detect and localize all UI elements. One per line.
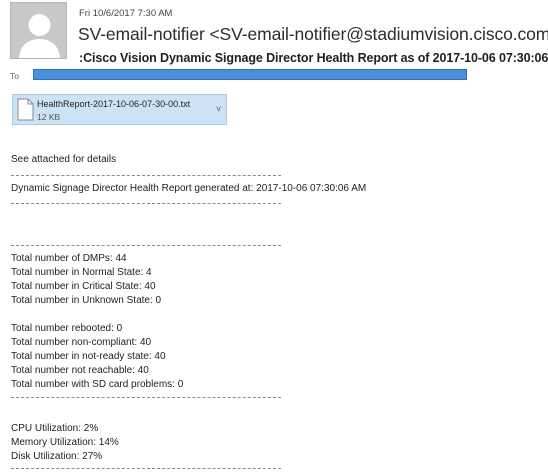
stat-line: Total number not reachable: 40 xyxy=(11,365,149,376)
stat-line: Total number of DMPs: 44 xyxy=(11,253,127,264)
stat-line: Total number rebooted: 0 xyxy=(11,323,123,334)
utilization-line: Memory Utilization: 14% xyxy=(11,437,119,448)
chevron-down-icon[interactable]: ˅ xyxy=(216,104,221,114)
attachment-item[interactable]: HealthReport-2017-10-06-07-30-00.txt 12 … xyxy=(12,94,227,125)
utilization-line: CPU Utilization: 2% xyxy=(11,423,99,434)
sender-avatar xyxy=(10,2,67,59)
separator-line xyxy=(11,245,281,246)
email-header: Fri 10/6/2017 7:30 AM SV-email-notifier … xyxy=(0,0,548,88)
sender-address[interactable]: SV-email-notifier <SV-email-notifier@sta… xyxy=(78,24,548,45)
text-file-icon xyxy=(17,98,34,121)
stat-line: Total number in Normal State: 4 xyxy=(11,267,152,278)
stat-line: Total number with SD card problems: 0 xyxy=(11,379,184,390)
separator-line xyxy=(11,175,281,176)
stat-line: Total number in not-ready state: 40 xyxy=(11,351,166,362)
stat-line: Total number non-compliant: 40 xyxy=(11,337,152,348)
attachment-size: 12 KB xyxy=(37,112,61,122)
stat-line: Total number in Critical State: 40 xyxy=(11,281,156,292)
email-subject: :Cisco Vision Dynamic Signage Director H… xyxy=(79,51,548,65)
intro-text: See attached for details xyxy=(11,154,117,165)
report-title: Dynamic Signage Director Health Report g… xyxy=(11,183,367,194)
person-silhouette-icon xyxy=(11,3,66,58)
to-recipient-field[interactable] xyxy=(33,69,467,80)
separator-line xyxy=(11,397,281,398)
stat-line: Total number in Unknown State: 0 xyxy=(11,295,162,306)
separator-line xyxy=(11,468,281,469)
sent-date: Fri 10/6/2017 7:30 AM xyxy=(79,8,173,19)
to-row: To xyxy=(0,66,548,84)
utilization-line: Disk Utilization: 27% xyxy=(11,451,103,462)
to-label: To xyxy=(10,71,19,81)
attachment-filename: HealthReport-2017-10-06-07-30-00.txt xyxy=(37,99,191,109)
separator-line xyxy=(11,203,281,204)
